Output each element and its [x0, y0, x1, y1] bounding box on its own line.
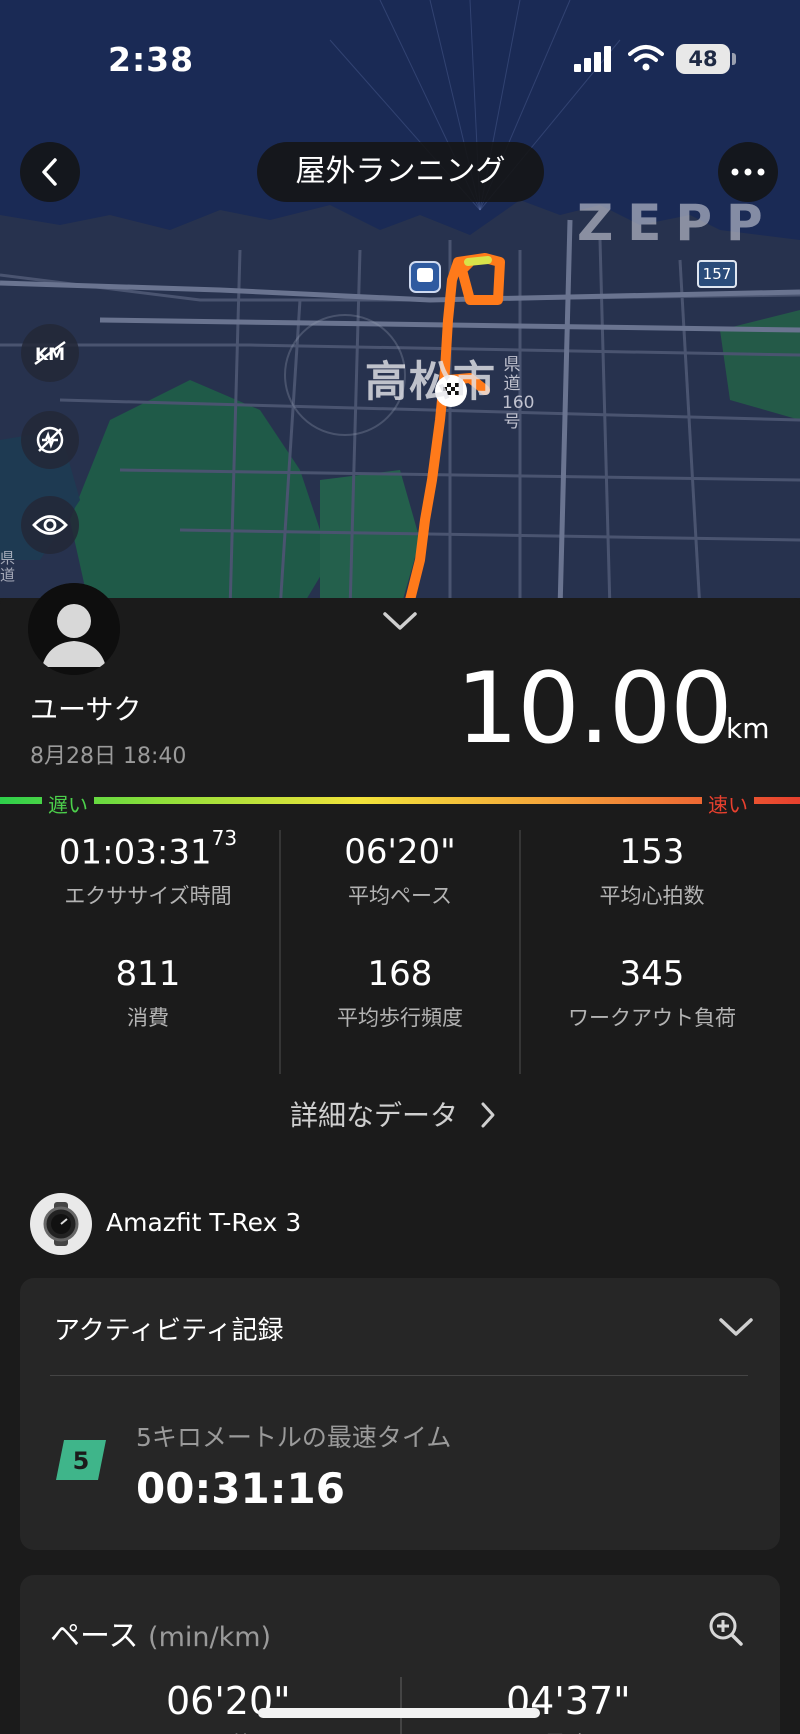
- clock: 2:38: [108, 40, 195, 79]
- chevron-down-icon[interactable]: [718, 1316, 754, 1338]
- total-distance: 10.00: [456, 652, 733, 766]
- stat-value-hundredths: 73: [211, 826, 238, 850]
- km-markers-toggle-button[interactable]: KM: [21, 324, 79, 382]
- stat-value: 153: [619, 832, 685, 872]
- stat-label: 平均ペース: [348, 884, 452, 908]
- activity-type-title: 屋外ランニング: [257, 142, 544, 202]
- stat-workout-load: 345 ワークアウト負荷: [532, 954, 772, 1032]
- collapse-panel-chevron-icon[interactable]: [382, 610, 418, 632]
- pace-title-text: ペース: [50, 1619, 139, 1654]
- workout-datetime: 8月28日 18:40: [30, 744, 187, 769]
- home-indicator[interactable]: [258, 1708, 540, 1718]
- pace-unit: (min/km): [148, 1622, 272, 1653]
- stat-average-cadence: 168 平均歩行頻度: [280, 954, 520, 1032]
- stat-label: ワークアウト負荷: [568, 1006, 736, 1030]
- route-map[interactable]: 2:38 48 屋外ランニング ZEPP 高松市 県道160号 157 県道 K…: [0, 0, 800, 610]
- more-icon: [731, 168, 765, 176]
- stat-average-heart-rate: 153 平均心拍数: [532, 832, 772, 910]
- cellular-signal-icon: [574, 46, 611, 72]
- device-thumbnail: [30, 1193, 92, 1255]
- heart-rate-off-icon: [36, 426, 64, 454]
- zepp-logo: ZEPP: [577, 194, 777, 252]
- battery-tip: [732, 53, 736, 65]
- more-options-button[interactable]: [718, 142, 778, 202]
- five-km-badge-icon: 5: [56, 1440, 106, 1480]
- eye-icon: [32, 515, 68, 535]
- stat-value: 06'20": [344, 832, 456, 872]
- map-route-number: 157: [697, 260, 737, 288]
- km-markers-toggle-icon: KM: [34, 340, 66, 366]
- stat-calories: 811 消費: [28, 954, 268, 1032]
- status-bar: 2:38 48: [0, 0, 800, 110]
- record-label: 5キロメートルの最速タイム: [136, 1423, 452, 1452]
- stat-label: 平均歩行頻度: [337, 1006, 463, 1030]
- user-silhouette-icon: [28, 583, 120, 675]
- stat-label: 平均心拍数: [599, 884, 705, 908]
- chevron-left-icon: [42, 158, 57, 186]
- detailed-data-label: 詳細なデータ: [290, 1099, 459, 1132]
- stats-divider: [279, 830, 281, 1074]
- pace-divider: [400, 1677, 402, 1734]
- watch-icon: [43, 1202, 79, 1246]
- stat-exercise-time: 01:03:3173 エクササイズ時間: [28, 826, 268, 910]
- device-name: Amazfit T-Rex 3: [106, 1208, 302, 1237]
- map-road-label: 県道160号: [502, 355, 535, 432]
- record-value: 00:31:16: [136, 1464, 345, 1513]
- stat-label: エクササイズ時間: [64, 884, 232, 909]
- wifi-icon: [628, 45, 664, 71]
- map-side-road-label: 県道: [0, 549, 16, 584]
- stat-value: 345: [619, 954, 685, 994]
- stat-label: 消費: [127, 1006, 169, 1030]
- slow-pace-label: 遅い: [42, 789, 94, 818]
- stats-divider: [519, 830, 521, 1074]
- stat-value: 811: [115, 954, 181, 994]
- zoom-in-icon[interactable]: [708, 1611, 744, 1647]
- fast-pace-label: 速い: [702, 789, 754, 818]
- map-city-label: 高松市: [365, 357, 498, 406]
- stat-value: 01:03:31: [58, 832, 212, 873]
- chevron-right-icon: [481, 1102, 495, 1128]
- stat-value: 168: [367, 954, 433, 994]
- back-button[interactable]: [20, 142, 80, 202]
- pace-card-title: ペース (min/km): [50, 1611, 271, 1655]
- user-avatar[interactable]: [28, 583, 120, 675]
- activity-records-card[interactable]: アクティビティ記録 5 5キロメートルの最速タイム 00:31:16: [20, 1278, 780, 1550]
- pace-best-label: 最速: [544, 1727, 588, 1734]
- pace-average-label: 平均: [210, 1727, 254, 1734]
- divider: [50, 1375, 748, 1376]
- visibility-toggle-button[interactable]: [21, 496, 79, 554]
- detailed-data-link[interactable]: 詳細なデータ: [290, 1094, 497, 1134]
- username: ユーサク: [30, 693, 142, 726]
- distance-unit: km: [726, 712, 770, 745]
- activity-records-title: アクティビティ記録: [54, 1316, 284, 1346]
- svg-text:5: 5: [73, 1447, 90, 1475]
- heart-rate-overlay-toggle-button[interactable]: [21, 411, 79, 469]
- battery-indicator: 48: [676, 44, 730, 74]
- pace-gradient-bar: [0, 797, 800, 804]
- stat-average-pace: 06'20" 平均ペース: [280, 832, 520, 910]
